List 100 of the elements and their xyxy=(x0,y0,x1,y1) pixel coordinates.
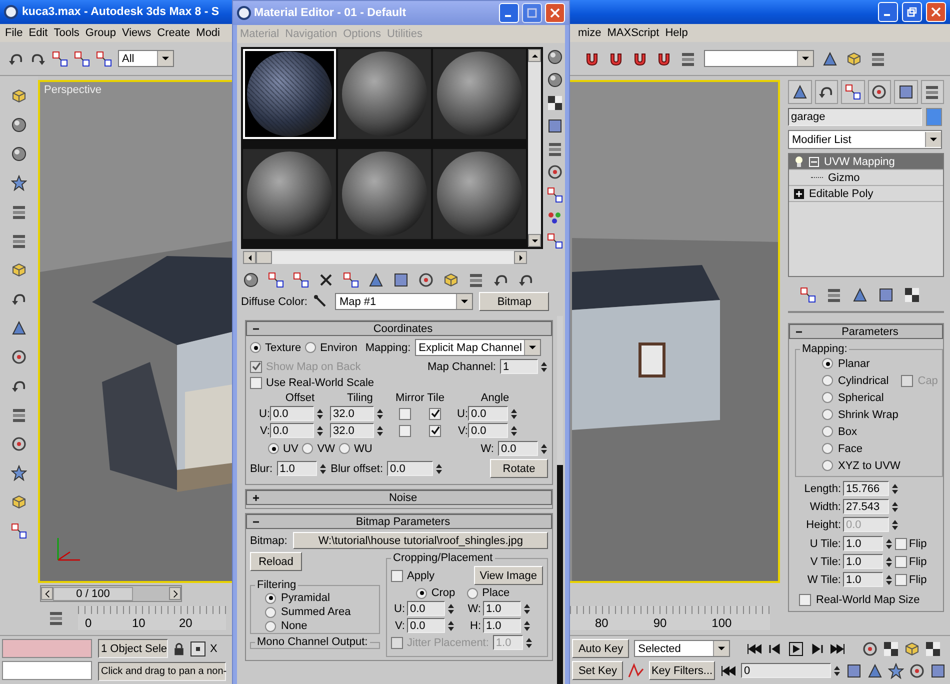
rotate-button[interactable]: Rotate xyxy=(490,459,548,478)
bitmap-path-button[interactable]: W:\tutorial\house tutorial\roof_shingles.jpg xyxy=(293,532,548,549)
offset-field[interactable]: 0.0 xyxy=(270,423,314,438)
apply-checkbox[interactable] xyxy=(391,570,403,582)
expand-icon[interactable] xyxy=(252,494,260,502)
named-selection-dropdown[interactable] xyxy=(704,50,814,67)
expand-icon[interactable] xyxy=(794,188,804,198)
crop-field[interactable]: 1.0 xyxy=(483,601,521,616)
delete-icon[interactable] xyxy=(318,272,334,288)
previous-frame-button[interactable] xyxy=(41,587,53,600)
close-icon[interactable] xyxy=(931,7,941,17)
crop-field[interactable]: 0.0 xyxy=(407,618,445,633)
tile-checkbox[interactable] xyxy=(429,408,441,420)
object-name-field[interactable]: garage xyxy=(788,108,922,126)
magnet-icon[interactable] xyxy=(584,50,600,66)
map-type-button[interactable]: Bitmap xyxy=(479,292,550,311)
crop-field[interactable]: 1.0 xyxy=(483,618,521,633)
rollout-header[interactable]: Coordinates xyxy=(246,321,552,336)
key-filters-button[interactable]: Key Filters... xyxy=(649,661,715,680)
script-listener-field[interactable] xyxy=(2,639,92,658)
spinner-arrows-icon[interactable] xyxy=(376,424,384,438)
radio-button[interactable] xyxy=(265,606,276,618)
spinner-arrows-icon[interactable] xyxy=(447,618,455,632)
view-image-button[interactable]: View Image xyxy=(474,566,543,585)
spinner-arrows-icon[interactable] xyxy=(833,664,841,678)
close-button[interactable] xyxy=(545,3,565,23)
restore-button[interactable] xyxy=(902,2,922,22)
horizontal-scrollbar[interactable] xyxy=(243,251,527,264)
spinner-arrows-icon[interactable] xyxy=(435,462,444,476)
star-icon[interactable] xyxy=(11,175,27,191)
set-key-button[interactable]: Set Key xyxy=(572,661,623,680)
menu-item[interactable]: MAXScript xyxy=(604,27,662,39)
close-button[interactable] xyxy=(926,2,946,22)
radio-button[interactable] xyxy=(268,443,279,454)
menu-item[interactable]: Views xyxy=(118,27,154,39)
spinner-arrows-icon[interactable] xyxy=(885,536,893,550)
dropdown-arrow-icon[interactable] xyxy=(528,344,536,351)
mirror-checkbox[interactable] xyxy=(399,408,411,420)
number-field[interactable]: 1.0 xyxy=(843,572,883,587)
menu-item[interactable]: Create xyxy=(154,27,194,39)
spinner-arrows-icon[interactable] xyxy=(510,424,518,438)
square-icon[interactable] xyxy=(547,118,563,134)
number-field[interactable]: 15.766 xyxy=(843,481,889,496)
offset-field[interactable]: 0.0 xyxy=(270,406,314,421)
number-field[interactable]: 1.0 xyxy=(843,554,883,569)
auto-key-button[interactable]: Auto Key xyxy=(572,639,630,658)
menu-item[interactable]: File xyxy=(2,27,26,39)
modifier-stack-item[interactable]: UVW Mapping xyxy=(789,154,943,170)
blur-offset-field[interactable]: 0.0 xyxy=(387,461,434,476)
spinner-arrows-icon[interactable] xyxy=(510,406,518,420)
minimize-button[interactable] xyxy=(878,2,898,22)
flip-checkbox[interactable] xyxy=(895,574,907,586)
spinner-arrows-icon[interactable] xyxy=(523,618,531,632)
modifier-sub-item[interactable]: Gizmo xyxy=(789,170,943,186)
radio-button[interactable] xyxy=(305,342,316,353)
rollout-header[interactable]: Parameters xyxy=(789,324,943,339)
menu-item[interactable]: Help xyxy=(662,27,691,39)
flip-checkbox[interactable] xyxy=(895,556,907,568)
tile-checkbox[interactable] xyxy=(429,424,441,436)
number-field[interactable]: 27.543 xyxy=(843,499,889,514)
key-mode-dropdown[interactable]: Selected xyxy=(634,640,730,657)
radio-button[interactable] xyxy=(822,443,833,454)
crop-field[interactable]: 0.0 xyxy=(407,601,445,616)
radio-button[interactable] xyxy=(822,409,833,420)
maximize-button[interactable] xyxy=(522,3,542,23)
spinner-arrows-icon[interactable] xyxy=(891,500,899,514)
dropdown-arrow-icon[interactable] xyxy=(461,298,468,305)
spinner-arrows-icon[interactable] xyxy=(376,406,384,420)
mirror-checkbox[interactable] xyxy=(399,424,411,436)
spinner-arrows-icon[interactable] xyxy=(524,636,533,650)
selection-filter-dropdown[interactable]: All xyxy=(118,50,174,67)
map-channel-field[interactable]: 1 xyxy=(500,359,538,374)
dots-icon[interactable] xyxy=(547,210,563,226)
flip-checkbox[interactable] xyxy=(895,538,907,550)
dropdown-arrow-icon[interactable] xyxy=(162,55,169,62)
checker-icon[interactable] xyxy=(547,95,563,111)
number-field[interactable]: 1.0 xyxy=(843,536,883,551)
vertical-scrollbar[interactable] xyxy=(528,49,541,247)
box-icon[interactable] xyxy=(11,88,27,104)
real-world-scale-checkbox[interactable] xyxy=(250,377,262,389)
up-arrow-icon[interactable] xyxy=(532,52,538,58)
scroll-thumb[interactable] xyxy=(256,251,272,264)
real-world-checkbox[interactable] xyxy=(799,594,811,606)
spinner-arrows-icon[interactable] xyxy=(523,602,531,616)
rollout-header[interactable]: Bitmap Parameters xyxy=(246,514,552,529)
menu-item[interactable]: Tools xyxy=(50,27,82,39)
down-arrow-icon[interactable] xyxy=(532,238,538,244)
object-color-swatch[interactable] xyxy=(926,108,942,126)
modifier-stack-item[interactable]: Editable Poly xyxy=(789,186,943,202)
key-curve-icon[interactable] xyxy=(628,662,644,678)
radio-button[interactable] xyxy=(467,588,478,598)
tiling-field[interactable]: 32.0 xyxy=(330,423,374,438)
modifier-list-dropdown[interactable]: Modifier List xyxy=(788,130,942,149)
script-listener-field[interactable] xyxy=(2,661,92,680)
left-arrow-icon[interactable] xyxy=(246,254,252,260)
sphere-icon[interactable] xyxy=(547,49,563,65)
menu-item[interactable]: mize xyxy=(575,27,604,39)
spinner-arrows-icon[interactable] xyxy=(885,554,893,568)
angle-field[interactable]: 0.0 xyxy=(468,423,508,438)
light-bulb-icon[interactable] xyxy=(794,156,804,168)
